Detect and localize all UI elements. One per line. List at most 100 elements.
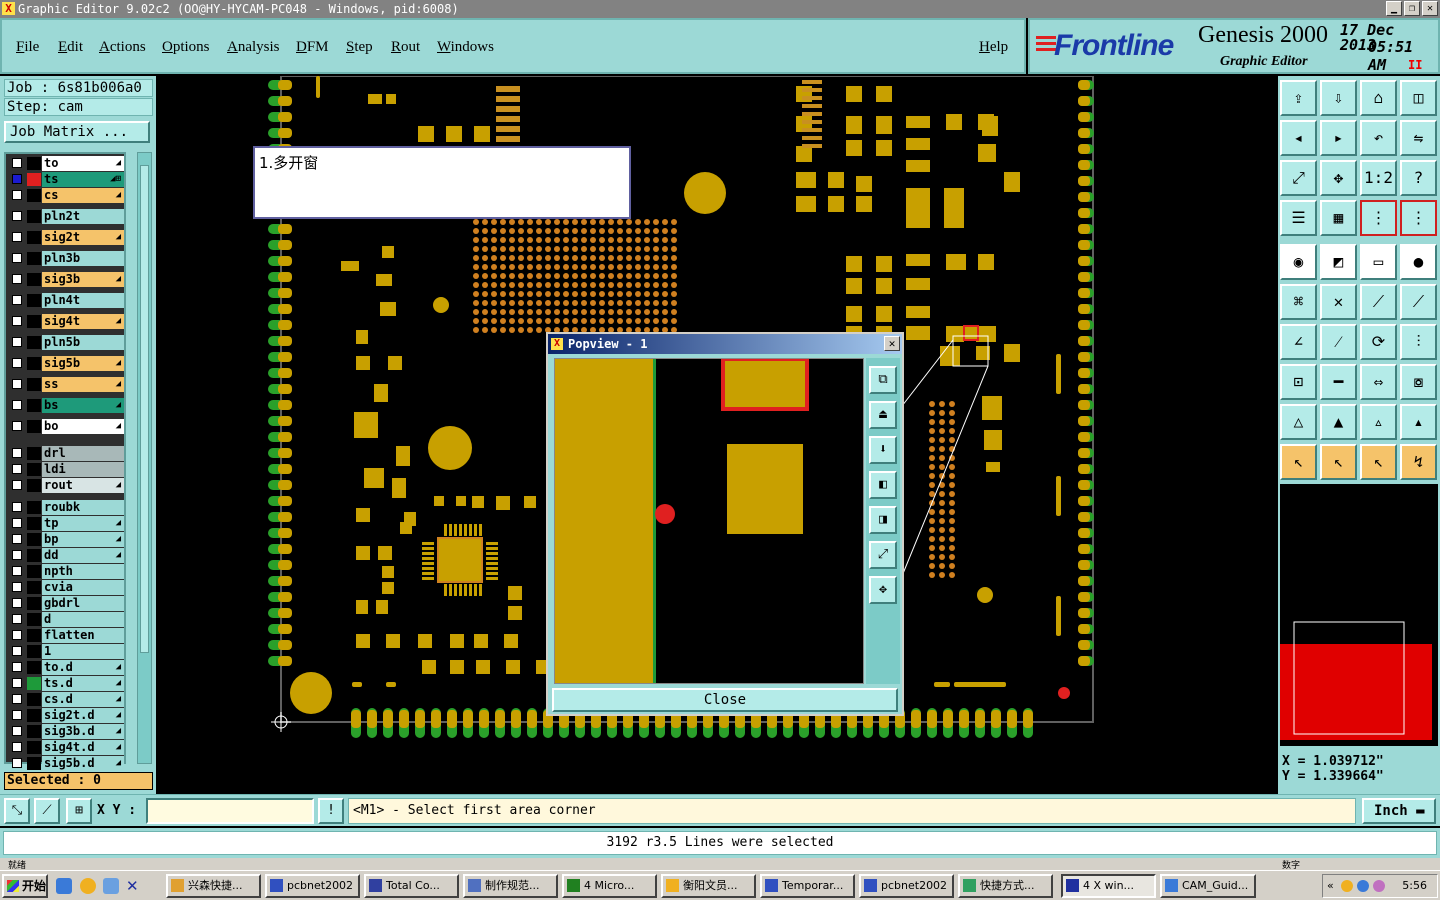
layer-row-pln4t[interactable]: pln4t (6, 293, 126, 308)
panel-icon[interactable]: ◫ (1400, 80, 1437, 116)
layer-name[interactable]: pln4t (42, 293, 124, 308)
layer-checkbox[interactable] (12, 190, 22, 200)
layer-row-cs.d[interactable]: cs.d ◢ (6, 692, 126, 707)
taskbar-button[interactable]: 4 X win... (1061, 874, 1156, 898)
layer-row-d[interactable]: d (6, 612, 126, 627)
layer-row-sig5b[interactable]: sig5b ◢ (6, 356, 126, 371)
layer-name[interactable]: ts.d ◢ (42, 676, 124, 691)
layer-color-swatch[interactable] (27, 399, 41, 412)
triangle-icon[interactable]: △ (1280, 404, 1317, 440)
layer-scrollbar[interactable] (137, 152, 152, 764)
layer-name[interactable]: sig2t ◢ (42, 230, 124, 245)
layer-name[interactable]: sig3b ◢ (42, 272, 124, 287)
layer-checkbox[interactable] (12, 710, 22, 720)
popview-tool-3-icon[interactable]: ◧ (869, 471, 897, 499)
layer-checkbox[interactable] (12, 358, 22, 368)
menu-help[interactable]: Help (979, 39, 1008, 56)
taskbar-button[interactable]: CAM_Guid... (1160, 874, 1256, 898)
taskbar-button[interactable]: 快捷方式... (958, 874, 1053, 898)
layer-color-swatch[interactable] (27, 549, 41, 562)
close-icon[interactable]: ✕ (1422, 1, 1438, 16)
tray-expand-icon[interactable]: « (1327, 875, 1334, 897)
layer-checkbox[interactable] (12, 464, 22, 474)
x-app-icon[interactable]: ✕ (126, 878, 142, 894)
layer-checkbox[interactable] (12, 158, 22, 168)
taskbar-button[interactable]: pcbnet2002 (265, 874, 360, 898)
layer-row-gbdrl[interactable]: gbdrl (6, 596, 126, 611)
layer-row-sig2t.d[interactable]: sig2t.d ◢ (6, 708, 126, 723)
layer-color-swatch[interactable] (27, 294, 41, 307)
layer-row-to.d[interactable]: to.d ◢ (6, 660, 126, 675)
layer-row-bo[interactable]: bo ◢ (6, 419, 126, 434)
layer-name[interactable]: pln3b (42, 251, 124, 266)
layer-checkbox[interactable] (12, 232, 22, 242)
layer-color-swatch[interactable] (27, 315, 41, 328)
layer-name[interactable]: drl (42, 446, 124, 461)
layer-checkbox[interactable] (12, 614, 22, 624)
layer-row-flatten[interactable]: flatten (6, 628, 126, 643)
layer-name[interactable]: sig3b.d ◢ (42, 724, 124, 739)
layer-color-swatch[interactable] (27, 757, 41, 770)
popview-titlebar[interactable]: X Popview - 1 ✕ (548, 334, 902, 354)
zoom-icon[interactable]: ✥ (1320, 160, 1357, 196)
popview-canvas[interactable] (554, 358, 864, 684)
layer-row-dd[interactable]: dd ◢ (6, 548, 126, 563)
pointer3-icon[interactable]: ↖ (1360, 444, 1397, 480)
layer-color-swatch[interactable] (27, 273, 41, 286)
grid-icon[interactable]: ▦ (1320, 200, 1357, 236)
tray-clock-icon[interactable] (1341, 880, 1353, 892)
layer-row-cs[interactable]: cs ◢ (6, 188, 126, 203)
layer-row-ts[interactable]: ts ◢⊞ (6, 172, 126, 187)
menu-edit[interactable]: Edit (58, 39, 83, 56)
taskbar-button[interactable]: Total Co... (364, 874, 459, 898)
layers-red2-icon[interactable]: ⋮ (1400, 200, 1437, 236)
layer-name[interactable]: sig5b ◢ (42, 356, 124, 371)
layer-color-swatch[interactable] (27, 677, 41, 690)
layer-row-pln2t[interactable]: pln2t (6, 209, 126, 224)
layer-checkbox[interactable] (12, 274, 22, 284)
layer-color-swatch[interactable] (27, 613, 41, 626)
browser-icon[interactable] (103, 878, 119, 894)
tray-app-icon[interactable] (1373, 880, 1385, 892)
group-icon[interactable]: ⧇ (1400, 364, 1437, 400)
layer-row-roubk[interactable]: roubk (6, 500, 126, 515)
layer-row-bs[interactable]: bs ◢ (6, 398, 126, 413)
taskbar-button[interactable]: 衡阳文员... (661, 874, 756, 898)
layer-color-swatch[interactable] (27, 709, 41, 722)
minimize-icon[interactable]: ▁ (1386, 1, 1402, 16)
grid-snap-icon[interactable]: ⊞ (66, 798, 92, 824)
popview-tool-1-icon[interactable]: ⏏ (869, 401, 897, 429)
pause-indicator[interactable]: II (1408, 58, 1422, 72)
layer-checkbox[interactable] (12, 295, 22, 305)
layer-checkbox[interactable] (12, 174, 22, 184)
layer-name[interactable]: sig2t.d ◢ (42, 708, 124, 723)
slash-icon[interactable]: ⁄ (1320, 324, 1357, 360)
layer-name[interactable]: flatten (42, 628, 124, 643)
menu-dfm[interactable]: DFM (296, 39, 329, 56)
layer-color-swatch[interactable] (27, 157, 41, 170)
home-icon[interactable]: ⌂ (1360, 80, 1397, 116)
layer-color-swatch[interactable] (27, 479, 41, 492)
layer-name[interactable]: pln2t (42, 209, 124, 224)
layer-color-swatch[interactable] (27, 533, 41, 546)
layer-name[interactable]: cvia (42, 580, 124, 595)
menu-analysis[interactable]: Analysis (227, 39, 280, 56)
layer-name[interactable]: pln5b (42, 335, 124, 350)
layer-color-swatch[interactable] (27, 378, 41, 391)
measure-icon[interactable]: ⟋ (34, 798, 60, 824)
layer-checkbox[interactable] (12, 598, 22, 608)
clock-app-icon[interactable] (80, 878, 96, 894)
layer-color-swatch[interactable] (27, 231, 41, 244)
layer-checkbox[interactable] (12, 518, 22, 528)
layer-row-to[interactable]: to ◢ (6, 156, 126, 171)
layer-color-swatch[interactable] (27, 189, 41, 202)
ruler-icon[interactable]: ▭ (1360, 244, 1397, 280)
popview-tool-2-icon[interactable]: ⬇ (869, 436, 897, 464)
layer-row-pln5b[interactable]: pln5b (6, 335, 126, 350)
menu-rout[interactable]: Rout (391, 39, 420, 56)
maximize-icon[interactable]: ❐ (1404, 1, 1420, 16)
layer-checkbox[interactable] (12, 400, 22, 410)
layer-name[interactable]: ldi (42, 462, 124, 477)
layer-color-swatch[interactable] (27, 645, 41, 658)
layer-row-sig3b[interactable]: sig3b ◢ (6, 272, 126, 287)
